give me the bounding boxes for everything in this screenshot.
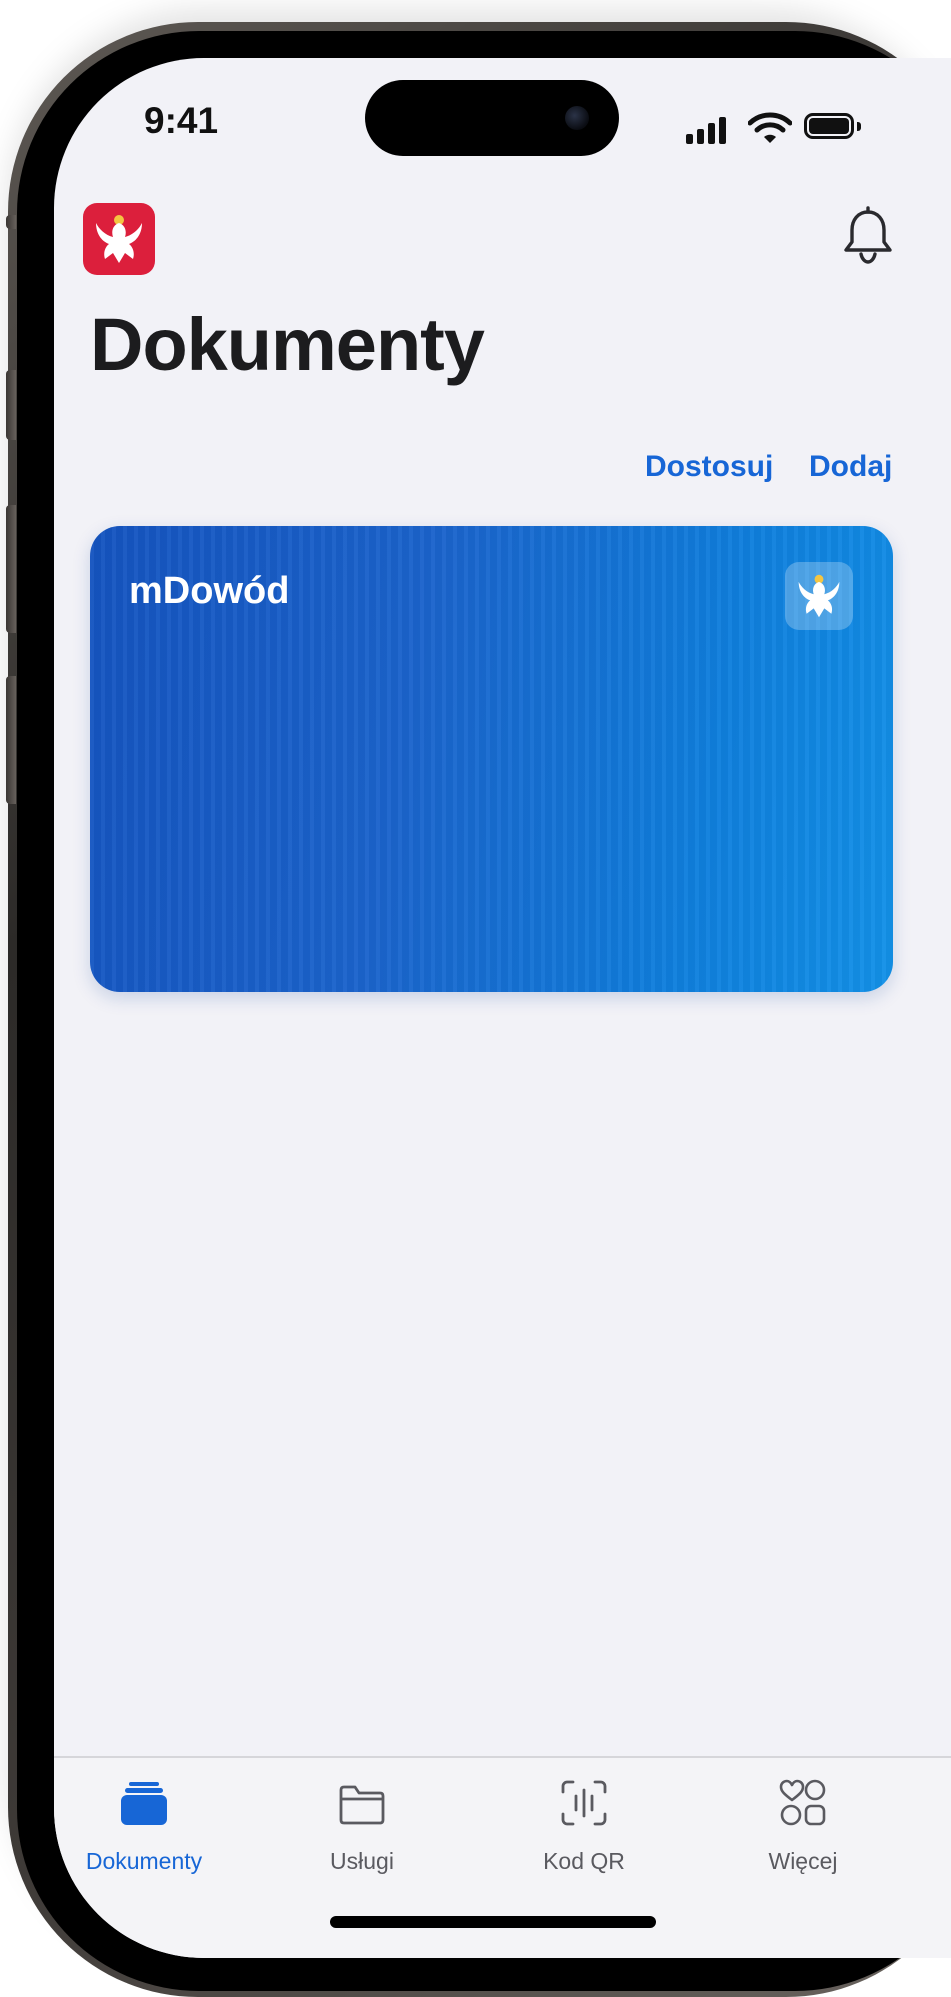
action-button (6, 215, 16, 229)
wifi-icon (748, 112, 792, 143)
battery-tip (857, 122, 861, 131)
polish-eagle-icon (96, 215, 142, 263)
bell-icon[interactable] (840, 206, 896, 266)
signal-icon (686, 117, 726, 144)
app-screen: 9:41 Dokumenty Dostosuj Dodaj mDowód Dok… (54, 58, 951, 1958)
folder-icon (339, 1785, 385, 1825)
polish-eagle-icon (798, 574, 840, 618)
tab-label: Dokumenty (85, 1848, 203, 1874)
status-icons (686, 112, 906, 144)
tab-label: Kod QR (543, 1848, 625, 1874)
front-camera (565, 106, 589, 130)
tab-wiecej[interactable]: Więcej (713, 1758, 893, 1898)
page-title: Dokumenty (90, 303, 485, 386)
card-title: mDowód (129, 570, 290, 612)
mdowod-card[interactable]: mDowód (90, 526, 893, 992)
app-logo (83, 203, 155, 275)
dynamic-island (365, 80, 619, 156)
qr-scan-icon (561, 1780, 607, 1826)
battery-icon (804, 113, 854, 139)
status-time: 9:41 (144, 100, 219, 141)
tab-label: Usługi (330, 1848, 394, 1874)
tab-label: Więcej (768, 1848, 838, 1874)
tab-dokumenty[interactable]: Dokumenty (54, 1758, 234, 1898)
tab-kod-qr[interactable]: Kod QR (494, 1758, 674, 1898)
volume-up-button (6, 505, 16, 633)
tab-uslugi[interactable]: Usługi (272, 1758, 452, 1898)
mute-switch (6, 370, 16, 440)
documents-stack-icon (121, 1782, 167, 1825)
add-button[interactable]: Dodaj (809, 450, 892, 484)
volume-down-button (6, 676, 16, 804)
card-emblem (785, 562, 853, 630)
customize-button[interactable]: Dostosuj (645, 450, 773, 484)
home-indicator (330, 1916, 656, 1928)
more-grid-icon (779, 1779, 826, 1826)
